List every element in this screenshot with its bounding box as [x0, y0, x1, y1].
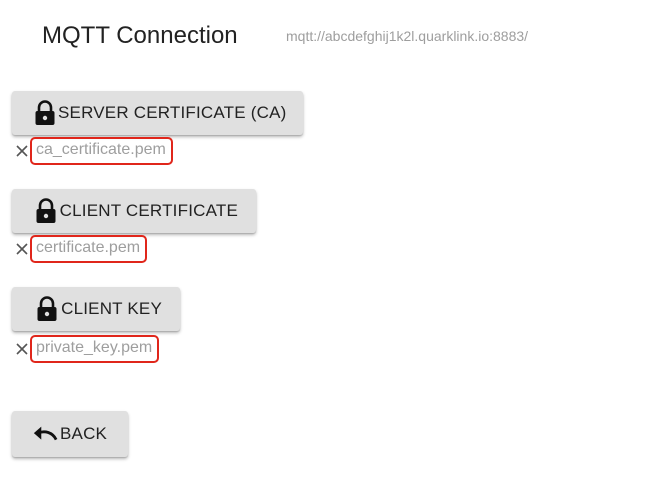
client-cert-file-row: certificate.pem	[14, 235, 148, 263]
ca-file-row: ca_certificate.pem	[14, 137, 173, 165]
lock-icon	[34, 100, 56, 126]
client-key-file-name: private_key.pem	[30, 335, 160, 363]
client-certificate-button[interactable]: CLIENT CERTIFICATE	[12, 189, 256, 233]
close-icon[interactable]	[14, 241, 30, 257]
close-icon[interactable]	[14, 143, 30, 159]
close-icon[interactable]	[14, 341, 30, 357]
client-cert-file-name: certificate.pem	[30, 235, 148, 263]
server-certificate-button[interactable]: SERVER CERTIFICATE (CA)	[12, 91, 303, 135]
connection-url: mqtt://abcdefghij1k2l.quarklink.io:8883/	[286, 28, 529, 44]
lock-icon	[34, 296, 59, 322]
client-key-label: CLIENT KEY	[61, 299, 162, 318]
page-title: MQTT Connection	[42, 22, 238, 49]
client-key-file-row: private_key.pem	[14, 335, 160, 363]
client-certificate-label: CLIENT CERTIFICATE	[59, 201, 238, 220]
back-label: BACK	[60, 424, 108, 443]
undo-icon	[32, 421, 58, 447]
client-key-button[interactable]: CLIENT KEY	[12, 287, 180, 331]
server-certificate-label: SERVER CERTIFICATE (CA)	[58, 103, 287, 122]
ca-file-name: ca_certificate.pem	[30, 137, 173, 165]
back-button[interactable]: BACK	[12, 411, 128, 457]
lock-icon	[34, 198, 58, 224]
